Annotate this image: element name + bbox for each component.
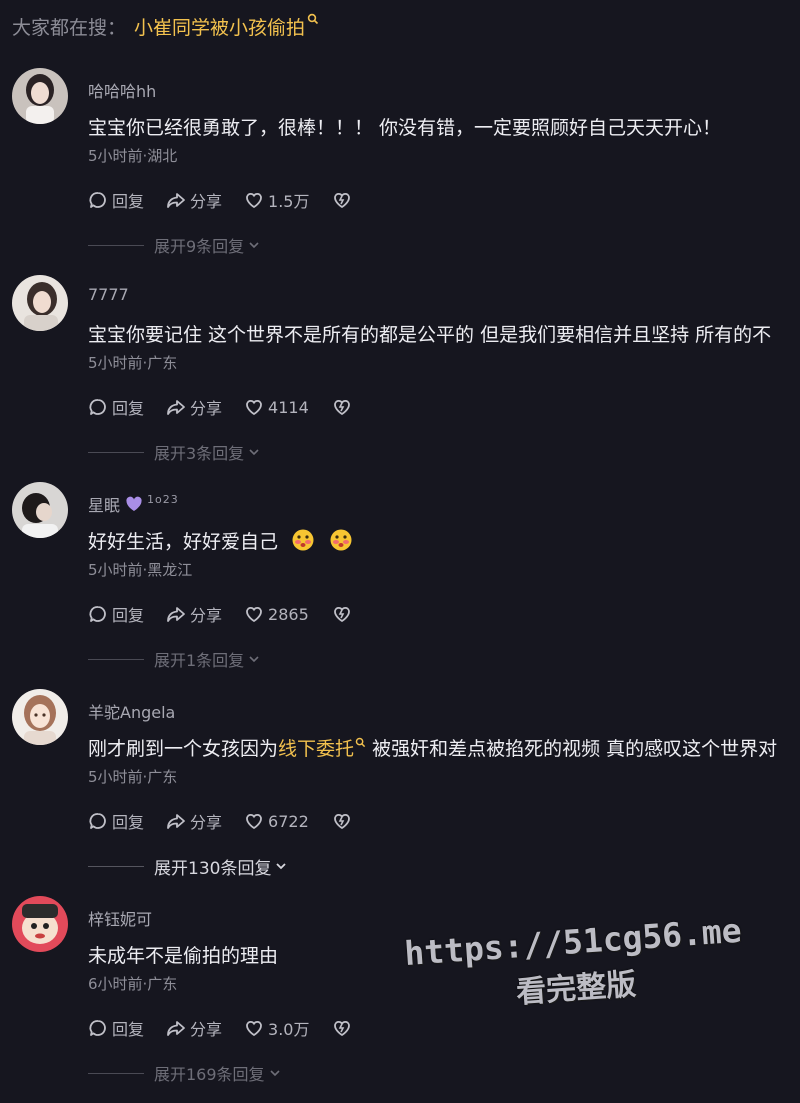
chevron-down-icon [269, 1070, 280, 1077]
like-button[interactable]: 4114 [244, 397, 309, 417]
comment-text: 刚才刷到一个女孩因为线下委托 被强奸和差点被掐死的视频 真的感叹这个世界对 [88, 737, 778, 760]
share-icon [167, 193, 185, 208]
divider [88, 1072, 144, 1074]
broken-heart-icon [333, 606, 350, 623]
reply-button[interactable]: 回复 [88, 1016, 144, 1040]
search-icon [355, 737, 366, 748]
share-button[interactable]: 分享 [166, 602, 222, 626]
heart-icon [246, 399, 262, 416]
blush-face-emoji [292, 529, 314, 551]
keyword-link[interactable]: 线下委托 [278, 738, 354, 760]
dislike-button[interactable] [331, 396, 357, 418]
purple-heart-icon [126, 496, 142, 511]
dislike-button[interactable] [331, 810, 357, 832]
share-button[interactable]: 分享 [166, 188, 222, 212]
comment-text: 好好生活，好好爱自己 [88, 527, 800, 554]
chevron-down-icon [249, 242, 259, 249]
reply-icon [89, 399, 106, 415]
comment-meta: 5小时前·广东 [88, 354, 178, 372]
broken-heart-icon [334, 192, 351, 209]
comment-actions: 回复 分享 3.0万 [88, 1016, 379, 1040]
avatar[interactable] [12, 689, 68, 745]
expand-replies-button[interactable]: 展开3条回复 [88, 440, 261, 464]
search-icon [307, 13, 319, 25]
dislike-button[interactable] [331, 1017, 357, 1039]
reply-icon [89, 1020, 106, 1036]
share-button[interactable]: 分享 [166, 1016, 222, 1040]
broken-heart-icon [333, 399, 350, 416]
blush-face-emoji [330, 529, 352, 551]
comment-actions: 回复 分享 2865 [88, 602, 379, 626]
comment-username[interactable]: 羊驼Angela [88, 699, 175, 723]
avatar[interactable] [12, 896, 68, 952]
chevron-down-icon [249, 449, 259, 456]
expand-replies-button[interactable]: 展开169条回复 [88, 1061, 282, 1085]
comment-text: 宝宝你要记住 这个世界不是所有的都是公平的 但是我们要相信并且坚持 所有的不 [88, 324, 772, 346]
trending-search-bar[interactable]: 大家都在搜： 小崔同学被小孩偷拍 [12, 12, 319, 40]
heart-icon [246, 606, 262, 623]
like-button[interactable]: 1.5万 [244, 188, 309, 212]
heart-icon [246, 192, 262, 209]
reply-button[interactable]: 回复 [88, 395, 144, 419]
comment-text: 宝宝你已经很勇敢了，很棒！！！ 你没有错，一定要照顾好自己天天开心！ [88, 117, 722, 139]
comment-item: 哈哈哈hh 宝宝你已经很勇敢了，很棒！！！ 你没有错，一定要照顾好自己天天开心！… [0, 68, 800, 275]
comment-meta: 5小时前·广东 [88, 768, 178, 786]
share-button[interactable]: 分享 [166, 809, 222, 833]
trending-search-term[interactable]: 小崔同学被小孩偷拍 [134, 13, 305, 40]
reply-icon [89, 813, 106, 829]
avatar[interactable] [12, 275, 68, 331]
expand-replies-button[interactable]: 展开1条回复 [88, 647, 261, 671]
comment-username[interactable]: 梓钰妮可 [88, 906, 152, 930]
comment-item: 星眠 1o23 好好生活，好好爱自己 5小时前·黑龙江 回复 分享 2865 展… [0, 482, 800, 689]
comment-username[interactable]: 哈哈哈hh [88, 78, 156, 102]
share-icon [167, 400, 185, 415]
comment-actions: 回复 分享 4114 [88, 395, 379, 419]
comment-meta: 5小时前·黑龙江 [88, 561, 193, 579]
share-button[interactable]: 分享 [166, 395, 222, 419]
divider [88, 865, 144, 867]
comment-username[interactable]: 星眠 1o23 [88, 492, 179, 516]
reply-button[interactable]: 回复 [88, 809, 144, 833]
expand-replies-button[interactable]: 展开9条回复 [88, 233, 261, 257]
like-button[interactable]: 3.0万 [244, 1016, 309, 1040]
expand-replies-button[interactable]: 展开130条回复 [88, 854, 288, 879]
chevron-down-icon [276, 863, 287, 870]
like-button[interactable]: 2865 [244, 604, 309, 624]
share-icon [167, 814, 185, 829]
avatar[interactable] [12, 68, 68, 124]
like-button[interactable]: 6722 [244, 811, 309, 831]
comment-meta: 6小时前·广东 [88, 975, 178, 993]
comment-meta: 5小时前·湖北 [88, 147, 178, 165]
dislike-button[interactable] [331, 189, 357, 211]
share-icon [167, 1021, 185, 1036]
share-icon [167, 607, 185, 622]
comment-item: 羊驼Angela 刚才刷到一个女孩因为线下委托 被强奸和差点被掐死的视频 真的感… [0, 689, 800, 896]
heart-icon [246, 1020, 262, 1037]
comment-username[interactable]: 7777 [88, 285, 129, 304]
divider [88, 451, 144, 453]
reply-icon [89, 192, 106, 208]
trending-search-prefix: 大家都在搜： [12, 16, 127, 39]
divider [88, 244, 144, 246]
level-badge: 1o23 [147, 492, 179, 506]
reply-icon [89, 606, 106, 622]
comment-item: 7777 宝宝你要记住 这个世界不是所有的都是公平的 但是我们要相信并且坚持 所… [0, 275, 800, 482]
chevron-down-icon [249, 656, 259, 663]
heart-icon [246, 813, 262, 830]
reply-button[interactable]: 回复 [88, 602, 144, 626]
comment-actions: 回复 分享 1.5万 [88, 188, 379, 212]
broken-heart-icon [333, 813, 350, 830]
comment-actions: 回复 分享 6722 [88, 809, 379, 833]
divider [88, 658, 144, 660]
avatar[interactable] [12, 482, 68, 538]
dislike-button[interactable] [331, 603, 357, 625]
reply-button[interactable]: 回复 [88, 188, 144, 212]
broken-heart-icon [334, 1020, 351, 1037]
